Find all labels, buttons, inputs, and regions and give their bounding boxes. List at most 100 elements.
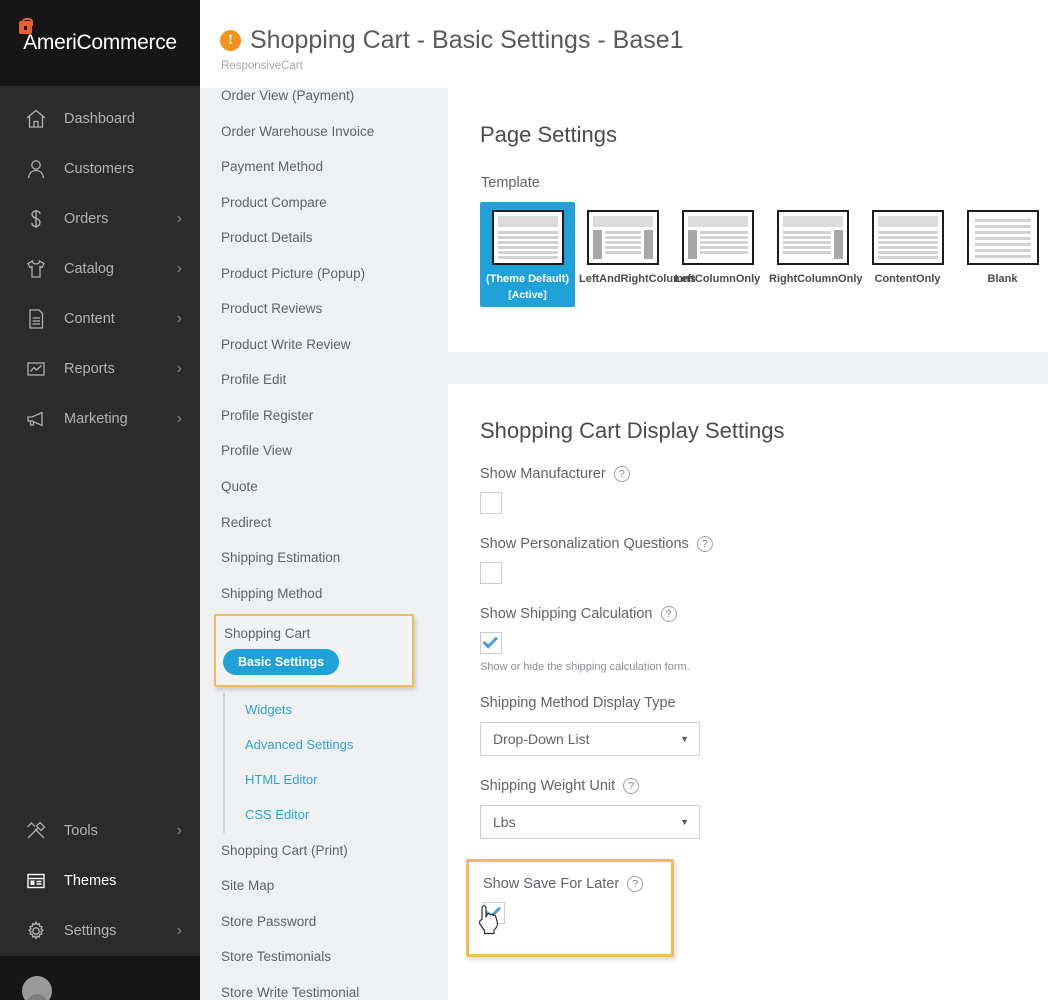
subnav-item-store-testimonials[interactable]: Store Testimonials <box>221 939 424 975</box>
brand-logo[interactable]: AmeriCommerce <box>0 0 200 86</box>
chevron-down-icon: ▼ <box>680 734 689 744</box>
secondary-nav[interactable]: Order View (Payment) Order Warehouse Inv… <box>200 88 424 1000</box>
chevron-right-icon: › <box>176 922 182 939</box>
template-name: ContentOnly <box>874 273 941 285</box>
sidebar-item-marketing[interactable]: Marketing › <box>0 394 200 444</box>
template-option-theme-default[interactable]: (Theme Default) [Active] <box>480 202 575 307</box>
setting-hint: Show or hide the shipping calculation fo… <box>480 661 690 673</box>
body-row: Order View (Payment) Order Warehouse Inv… <box>200 88 1048 1000</box>
sidebar-item-reports[interactable]: Reports › <box>0 344 200 394</box>
select-value: Drop-Down List <box>493 731 590 747</box>
help-icon[interactable]: ? <box>623 778 640 794</box>
user-account-strip[interactable] <box>0 956 200 1000</box>
page-header: ! Shopping Cart - Basic Settings - Base1… <box>200 0 1048 88</box>
sidebar-item-label: Orders <box>64 211 109 227</box>
sidebar-item-content[interactable]: Content › <box>0 294 200 344</box>
dollar-icon <box>22 205 50 233</box>
help-icon[interactable]: ? <box>627 876 644 892</box>
setting-label: Shipping Method Display Type <box>480 695 1048 711</box>
shipping-weight-unit-select[interactable]: Lbs ▼ <box>480 805 700 839</box>
avatar[interactable] <box>22 976 52 1000</box>
show-personalization-questions-checkbox[interactable] <box>480 562 502 584</box>
show-save-for-later-checkbox[interactable] <box>483 902 505 924</box>
layout-icon <box>22 867 50 895</box>
sidebar-item-themes[interactable]: Themes <box>0 856 200 906</box>
subnav-item-product-details[interactable]: Product Details <box>221 220 424 256</box>
content-column: Page Settings Template (Theme Default) [… <box>424 88 1048 1000</box>
template-option-left-column-only[interactable]: LeftColumnOnly <box>670 202 765 293</box>
subnav-item-profile-edit[interactable]: Profile Edit <box>221 362 424 398</box>
chevron-right-icon: › <box>176 410 182 427</box>
setting-show-shipping-calculation: Show Shipping Calculation ? Show or hide… <box>480 606 1048 673</box>
main-content-area: ! Shopping Cart - Basic Settings - Base1… <box>200 0 1048 1000</box>
sidebar-item-settings[interactable]: Settings › <box>0 906 200 956</box>
subnav-item-payment-method[interactable]: Payment Method <box>221 149 424 185</box>
subnav-link-advanced-settings[interactable]: Advanced Settings <box>233 728 424 763</box>
subnav-link-css-editor[interactable]: CSS Editor <box>233 798 424 833</box>
template-name: RightColumnOnly <box>769 273 863 285</box>
subnav-item-store-password[interactable]: Store Password <box>221 904 424 940</box>
template-option-blank[interactable]: Blank <box>955 202 1048 293</box>
template-thumbnail-content <box>491 210 564 265</box>
template-option-left-and-right-columns[interactable]: LeftAndRightColumns <box>575 202 696 293</box>
template-option-right-column-only[interactable]: RightColumnOnly <box>765 202 863 293</box>
subnav-item-redirect[interactable]: Redirect <box>221 505 424 541</box>
sidebar-item-label: Tools <box>64 823 98 839</box>
page-subtitle: ResponsiveCart <box>221 60 303 72</box>
sidebar-item-tools[interactable]: Tools › <box>0 806 200 856</box>
subnav-item-product-reviews[interactable]: Product Reviews <box>221 291 424 327</box>
setting-shipping-method-display-type: Shipping Method Display Type Drop-Down L… <box>480 695 1048 756</box>
setting-show-personalization-questions: Show Personalization Questions ? <box>480 536 1048 584</box>
app-root: AmeriCommerce Dashboard Customers Orders… <box>0 0 1048 1000</box>
subnav-link-html-editor[interactable]: HTML Editor <box>233 763 424 798</box>
show-manufacturer-checkbox[interactable] <box>480 492 502 514</box>
shipping-method-display-type-select[interactable]: Drop-Down List ▼ <box>480 722 700 756</box>
document-icon <box>22 305 50 333</box>
sidebar-item-label: Dashboard <box>64 111 135 127</box>
subnav-item-profile-register[interactable]: Profile Register <box>221 398 424 434</box>
setting-label: Show Shipping Calculation ? <box>480 606 1048 622</box>
megaphone-icon <box>22 405 50 433</box>
sidebar-item-dashboard[interactable]: Dashboard <box>0 94 200 144</box>
chevron-down-icon: ▼ <box>680 817 689 827</box>
show-shipping-calculation-checkbox[interactable] <box>480 632 502 654</box>
subnav-item-shopping-cart[interactable]: Shopping Cart <box>223 624 412 649</box>
sidebar-item-label: Settings <box>64 923 117 939</box>
sidebar-item-label: Marketing <box>64 411 128 427</box>
page-settings-card: Page Settings Template (Theme Default) [… <box>448 88 1048 352</box>
subnav-item-product-compare[interactable]: Product Compare <box>221 185 424 221</box>
subnav-item-profile-view[interactable]: Profile View <box>221 433 424 469</box>
sidebar-item-orders[interactable]: Orders › <box>0 194 200 244</box>
help-icon[interactable]: ? <box>613 466 630 482</box>
select-value: Lbs <box>493 814 516 830</box>
subnav-item-store-write-testimonial[interactable]: Store Write Testimonial <box>221 975 424 1000</box>
subnav-item-site-map[interactable]: Site Map <box>221 868 424 904</box>
lock-icon <box>19 18 34 34</box>
subnav-item-quote[interactable]: Quote <box>221 469 424 505</box>
setting-label-text: Show Shipping Calculation <box>480 606 653 622</box>
subnav-item-shipping-method[interactable]: Shipping Method <box>221 576 424 612</box>
subnav-item-shopping-cart-print[interactable]: Shopping Cart (Print) <box>221 833 424 869</box>
tools-icon <box>22 817 50 845</box>
sidebar-item-catalog[interactable]: Catalog › <box>0 244 200 294</box>
setting-label: Show Save For Later ? <box>483 876 671 892</box>
subnav-item-product-picture-popup[interactable]: Product Picture (Popup) <box>221 256 424 292</box>
setting-label-text: Show Save For Later <box>483 876 620 892</box>
warning-icon: ! <box>220 30 241 51</box>
subnav-item-order-view-payment[interactable]: Order View (Payment) <box>221 88 424 114</box>
template-option-content-only[interactable]: ContentOnly <box>860 202 955 293</box>
subnav-highlighted-shopping-cart-group[interactable]: Shopping Cart Basic Settings <box>214 614 414 688</box>
template-thumbnail-left-right <box>586 210 659 265</box>
chevron-right-icon: › <box>176 822 182 839</box>
subnav-link-widgets[interactable]: Widgets <box>233 693 424 728</box>
subnav-item-shipping-estimation[interactable]: Shipping Estimation <box>221 540 424 576</box>
help-icon[interactable]: ? <box>696 536 713 552</box>
setting-label-text: Shipping Weight Unit <box>480 778 616 794</box>
sidebar-item-customers[interactable]: Customers <box>0 144 200 194</box>
setting-show-save-for-later: Show Save For Later ? <box>483 876 671 924</box>
subnav-item-product-write-review[interactable]: Product Write Review <box>221 327 424 363</box>
help-icon[interactable]: ? <box>660 606 677 622</box>
subnav-active-basic-settings[interactable]: Basic Settings <box>223 649 340 676</box>
subnav-item-order-warehouse-invoice[interactable]: Order Warehouse Invoice <box>221 114 424 150</box>
